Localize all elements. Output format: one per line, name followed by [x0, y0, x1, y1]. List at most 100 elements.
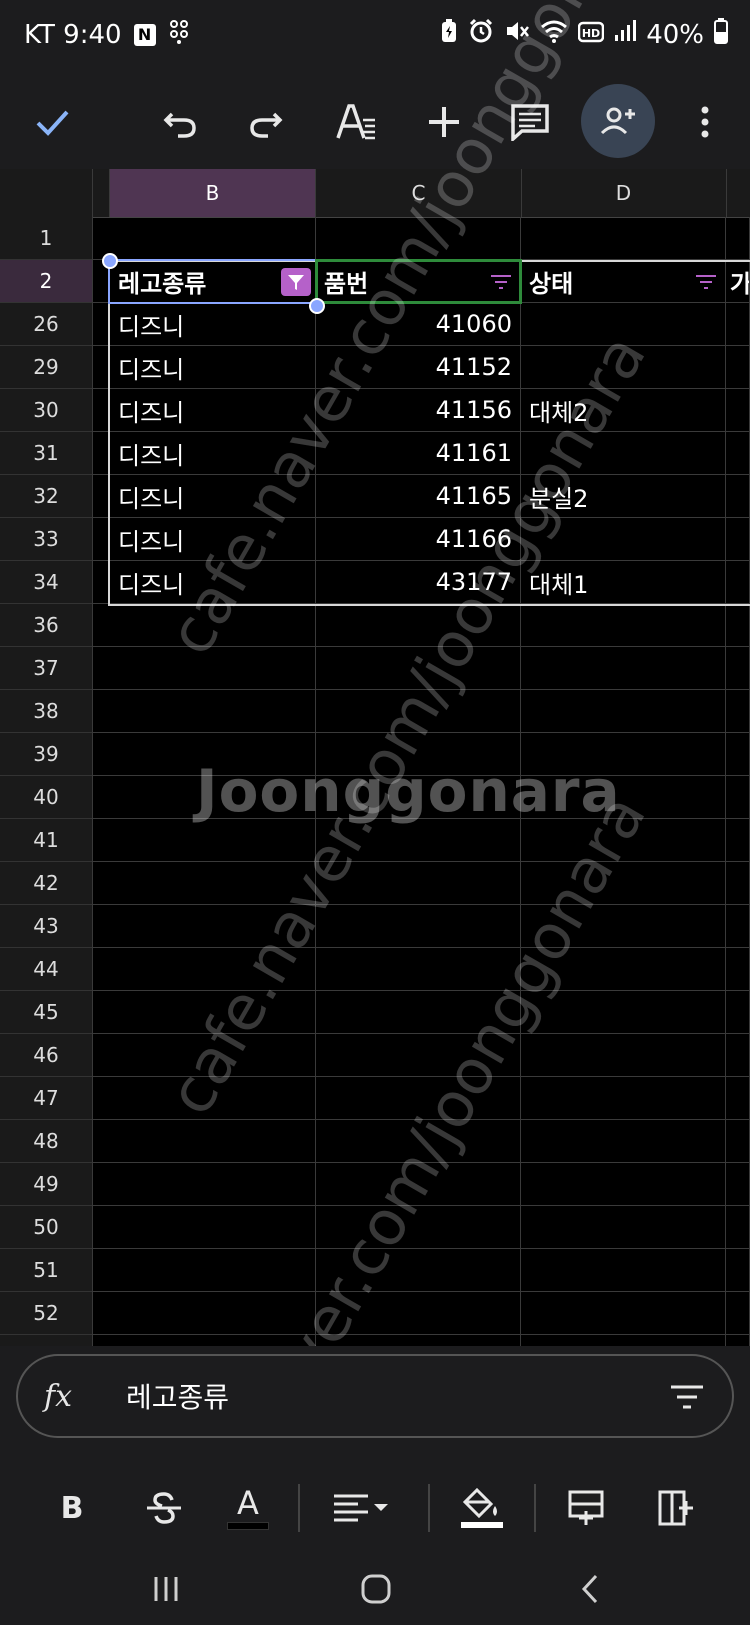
cell-empty[interactable] [521, 690, 726, 732]
cell-empty[interactable] [110, 819, 316, 861]
cell-part-number[interactable]: 43177 [316, 561, 521, 603]
row-header[interactable]: 47 [0, 1077, 92, 1120]
column-header-e[interactable] [726, 169, 750, 217]
cell-empty[interactable] [521, 991, 726, 1033]
selection-handle[interactable] [309, 298, 325, 314]
cell-empty[interactable] [726, 819, 750, 861]
cell-empty[interactable] [110, 776, 316, 818]
cell-empty[interactable] [110, 1206, 316, 1248]
row-header[interactable]: 31 [0, 432, 92, 475]
cell-empty[interactable] [521, 819, 726, 861]
header-cell-status[interactable]: 상태 [521, 260, 726, 302]
cell-empty[interactable] [110, 1249, 316, 1291]
cell-part-number[interactable]: 41165 [316, 475, 521, 517]
cell-lego-type[interactable]: 디즈니 [110, 518, 316, 560]
cell-empty[interactable] [110, 1292, 316, 1334]
cell-empty[interactable] [726, 948, 750, 990]
filter-icon[interactable] [486, 268, 516, 296]
filter-icon[interactable] [691, 268, 721, 296]
cell-empty[interactable] [726, 604, 750, 646]
cell-empty[interactable] [110, 733, 316, 775]
selection-handle[interactable] [102, 253, 118, 269]
cell-empty[interactable] [726, 991, 750, 1033]
column-header-a[interactable] [92, 169, 110, 217]
comment-icon[interactable] [500, 90, 560, 154]
cell-empty[interactable] [521, 1163, 726, 1205]
cell-empty[interactable] [110, 647, 316, 689]
share-add-person-icon[interactable] [581, 84, 655, 158]
row-header[interactable]: 44 [0, 948, 92, 991]
cell-empty[interactable] [110, 690, 316, 732]
cell-status[interactable] [521, 518, 726, 560]
cell-e[interactable] [726, 432, 750, 474]
cell-empty[interactable] [316, 647, 521, 689]
row-header[interactable]: 45 [0, 991, 92, 1034]
cell-empty[interactable] [521, 733, 726, 775]
row-header[interactable]: 26 [0, 303, 92, 346]
row-header[interactable]: 50 [0, 1206, 92, 1249]
cell-empty[interactable] [316, 1292, 521, 1334]
align-dropdown-icon[interactable] [328, 1466, 396, 1550]
cell-empty[interactable] [316, 604, 521, 646]
cell-lego-type[interactable]: 디즈니 [110, 389, 316, 431]
cell-status[interactable] [521, 303, 726, 345]
cell-empty[interactable] [521, 1034, 726, 1076]
cell-status[interactable] [521, 432, 726, 474]
cell-empty[interactable] [726, 905, 750, 947]
row-header[interactable]: 40 [0, 776, 92, 819]
cell-empty[interactable] [521, 948, 726, 990]
cell-empty[interactable] [316, 819, 521, 861]
select-all-corner[interactable] [0, 169, 93, 217]
cell-empty[interactable] [726, 1034, 750, 1076]
cell-empty[interactable] [316, 862, 521, 904]
cell-b1[interactable] [110, 217, 316, 259]
redo-icon[interactable] [236, 90, 296, 154]
cell-e[interactable] [726, 389, 750, 431]
cell-part-number[interactable]: 41166 [316, 518, 521, 560]
cell-empty[interactable] [316, 1206, 521, 1248]
cell-lego-type[interactable]: 디즈니 [110, 303, 316, 345]
cell-e1[interactable] [726, 217, 750, 259]
cell-empty[interactable] [521, 647, 726, 689]
cell-empty[interactable] [110, 1120, 316, 1162]
row-header[interactable]: 32 [0, 475, 92, 518]
header-cell-e[interactable]: 가 [726, 260, 750, 302]
row-header[interactable]: 37 [0, 647, 92, 690]
cell-part-number[interactable]: 41152 [316, 346, 521, 388]
cell-empty[interactable] [726, 690, 750, 732]
cell-empty[interactable] [521, 1077, 726, 1119]
cell-e[interactable] [726, 346, 750, 388]
row-header[interactable]: 38 [0, 690, 92, 733]
cell-empty[interactable] [316, 1163, 521, 1205]
cell-empty[interactable] [316, 991, 521, 1033]
column-header-c[interactable]: C [316, 169, 522, 217]
cell-lego-type[interactable]: 디즈니 [110, 561, 316, 603]
cell-status[interactable] [521, 346, 726, 388]
cell-empty[interactable] [110, 862, 316, 904]
cell-empty[interactable] [726, 733, 750, 775]
cell-empty[interactable] [726, 1163, 750, 1205]
cell-empty[interactable] [110, 948, 316, 990]
row-header[interactable]: 34 [0, 561, 92, 604]
cell-empty[interactable] [726, 1120, 750, 1162]
row-header[interactable]: 1 [0, 217, 92, 260]
cell-empty[interactable] [726, 1292, 750, 1334]
insert-column-icon[interactable] [646, 1466, 706, 1550]
more-options-icon[interactable] [680, 90, 730, 154]
cell-status[interactable]: 분실2 [521, 475, 726, 517]
strikethrough-icon[interactable] [134, 1466, 194, 1550]
cell-empty[interactable] [316, 948, 521, 990]
row-header[interactable]: 29 [0, 346, 92, 389]
cell-empty[interactable] [316, 1077, 521, 1119]
cell-part-number[interactable]: 41060 [316, 303, 521, 345]
insert-plus-icon[interactable] [414, 90, 474, 154]
undo-icon[interactable] [150, 90, 210, 154]
fill-color-icon[interactable] [452, 1466, 512, 1550]
cell-empty[interactable] [726, 862, 750, 904]
cell-empty[interactable] [110, 1163, 316, 1205]
cell-lego-type[interactable]: 디즈니 [110, 475, 316, 517]
recent-apps-icon[interactable] [136, 1552, 196, 1625]
row-header[interactable]: 42 [0, 862, 92, 905]
row-header[interactable]: 48 [0, 1120, 92, 1163]
cell-empty[interactable] [521, 776, 726, 818]
